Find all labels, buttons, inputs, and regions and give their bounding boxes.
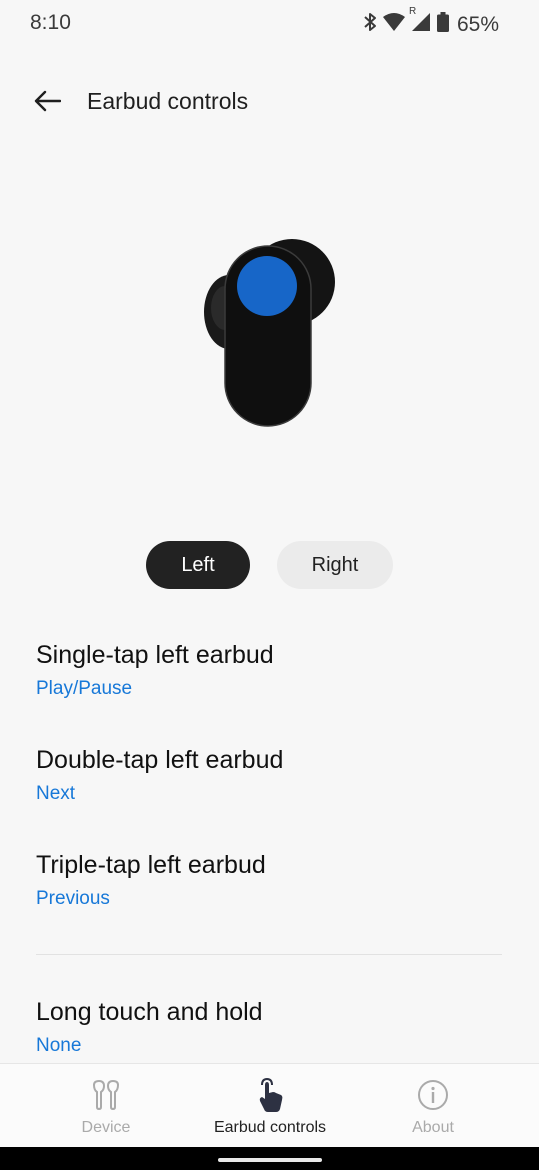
bottom-navigation: Device Earbud controls About	[0, 1063, 539, 1147]
back-button[interactable]	[30, 86, 64, 120]
setting-value: Previous	[36, 888, 110, 909]
nav-device[interactable]: Device	[26, 1064, 186, 1148]
left-earbud-toggle[interactable]: Left	[146, 541, 250, 589]
bluetooth-icon	[363, 12, 377, 37]
back-arrow-icon	[33, 90, 62, 117]
section-divider	[36, 954, 502, 955]
battery-percent: 65%	[456, 12, 499, 36]
roaming-label: R	[408, 6, 417, 17]
setting-value: Next	[36, 783, 76, 804]
setting-title: Triple-tap left earbud	[36, 851, 266, 879]
earbud-controls-screen: 8:10 R 65% Earbud controls Left Right Si…	[0, 0, 539, 1170]
touch-icon	[255, 1077, 285, 1112]
cellular-signal-icon: R	[409, 6, 431, 37]
earbuds-icon	[89, 1078, 123, 1112]
single-tap-setting[interactable]: Single-tap left earbud Play/Pause	[36, 640, 502, 700]
setting-title: Long touch and hold	[36, 998, 263, 1026]
setting-title: Double-tap left earbud	[36, 746, 284, 774]
status-bar: 8:10 R 65%	[0, 0, 539, 48]
app-header: Earbud controls	[0, 78, 539, 126]
nav-label: About	[412, 1119, 454, 1136]
long-touch-setting[interactable]: Long touch and hold None	[36, 997, 502, 1057]
wifi-icon	[382, 13, 405, 36]
nav-label: Device	[81, 1119, 131, 1136]
earbud-image	[199, 230, 344, 435]
triple-tap-setting[interactable]: Triple-tap left earbud Previous	[36, 850, 502, 910]
page-title: Earbud controls	[87, 88, 249, 114]
nav-earbud-controls[interactable]: Earbud controls	[190, 1064, 350, 1148]
double-tap-setting[interactable]: Double-tap left earbud Next	[36, 745, 502, 805]
gesture-bar-area	[0, 1147, 539, 1170]
right-earbud-toggle[interactable]: Right	[277, 541, 393, 589]
info-icon	[417, 1078, 449, 1112]
status-time: 8:10	[30, 11, 71, 34]
touch-pad-indicator	[237, 256, 297, 316]
setting-value: Play/Pause	[36, 678, 133, 699]
home-gesture-handle[interactable]	[218, 1158, 322, 1162]
nav-label: Earbud controls	[213, 1119, 327, 1136]
battery-icon	[436, 12, 449, 37]
setting-value: None	[36, 1035, 82, 1056]
status-icons: R 65%	[363, 6, 499, 37]
nav-about[interactable]: About	[353, 1064, 513, 1148]
setting-title: Single-tap left earbud	[36, 641, 274, 669]
